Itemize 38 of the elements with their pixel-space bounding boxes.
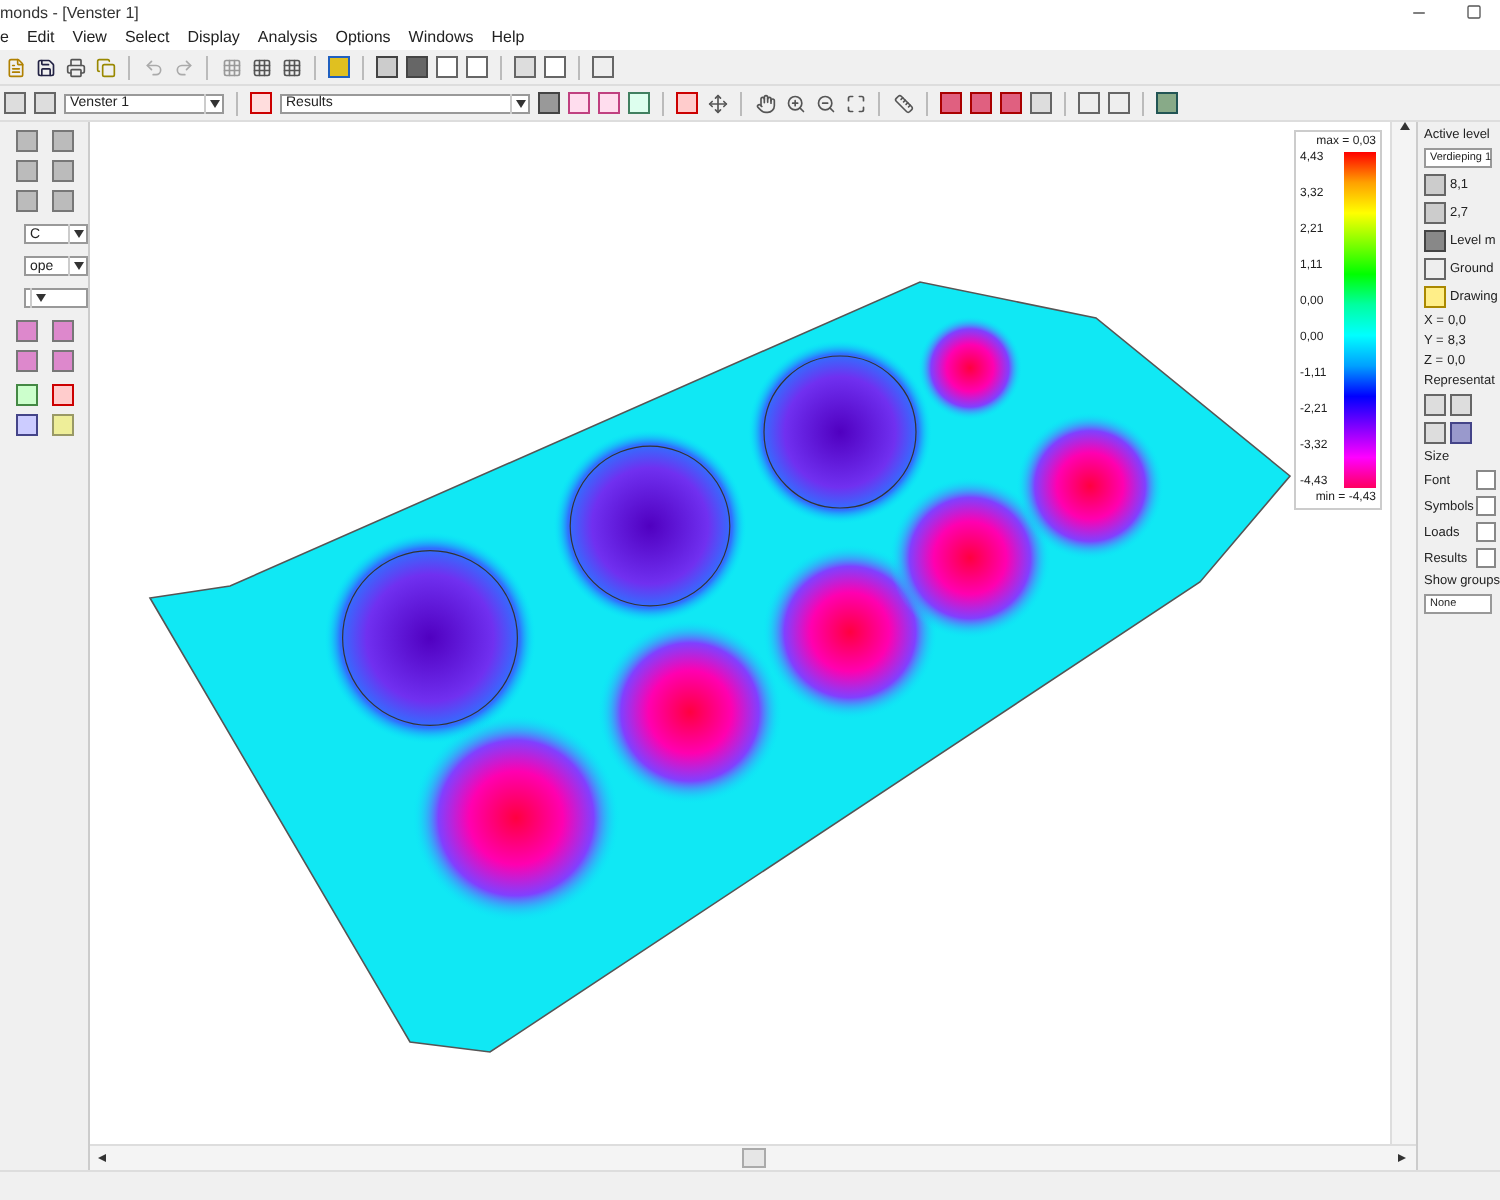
caret-icon: [209, 99, 219, 107]
caret-icon: [35, 294, 45, 302]
toolbar-icon[interactable]: [250, 56, 272, 78]
menu-item[interactable]: Help: [491, 28, 525, 46]
menu-item[interactable]: Edit: [26, 28, 55, 46]
dropdown[interactable]: [24, 288, 88, 308]
toolbar-icon[interactable]: [34, 56, 56, 78]
caret-icon: [73, 230, 83, 238]
toolbar-icon[interactable]: [64, 56, 86, 78]
toolbar-icon[interactable]: [754, 92, 776, 114]
scrollbar-thumb[interactable]: [741, 1148, 765, 1168]
toolbar-icon[interactable]: [544, 56, 566, 78]
menu-item[interactable]: e: [0, 28, 9, 46]
menu-item[interactable]: Windows: [408, 28, 474, 46]
toolbar-icon[interactable]: [376, 56, 398, 78]
toolbar-icon[interactable]: [16, 414, 38, 436]
window-title: monds - [Venster 1]: [0, 3, 139, 21]
toolbar-icon[interactable]: [466, 56, 488, 78]
scroll-up-icon: [1399, 122, 1409, 130]
toolbar-icon[interactable]: [892, 92, 914, 114]
toolbar-icon[interactable]: [436, 56, 458, 78]
menu-item[interactable]: Analysis: [257, 28, 318, 46]
toolbar-icon[interactable]: [706, 92, 728, 114]
scroll-right-icon: [1398, 1154, 1408, 1162]
caret-icon: [515, 99, 525, 107]
menu-item[interactable]: Display: [187, 28, 240, 46]
maximize-icon[interactable]: [1462, 1, 1484, 23]
scroll-left-icon: [98, 1154, 108, 1162]
toolbar-icon[interactable]: [844, 92, 866, 114]
toolbar-icon[interactable]: [784, 92, 806, 114]
toolbar-icon[interactable]: [814, 92, 836, 114]
toolbar-icon[interactable]: [280, 56, 302, 78]
menu-item[interactable]: Select: [124, 28, 170, 46]
vertical-scrollbar[interactable]: [1390, 122, 1416, 1144]
menu-item[interactable]: Options: [335, 28, 391, 46]
caret-icon: [73, 262, 83, 270]
horizontal-scrollbar[interactable]: [90, 1144, 1416, 1170]
menu-item[interactable]: View: [72, 28, 107, 46]
